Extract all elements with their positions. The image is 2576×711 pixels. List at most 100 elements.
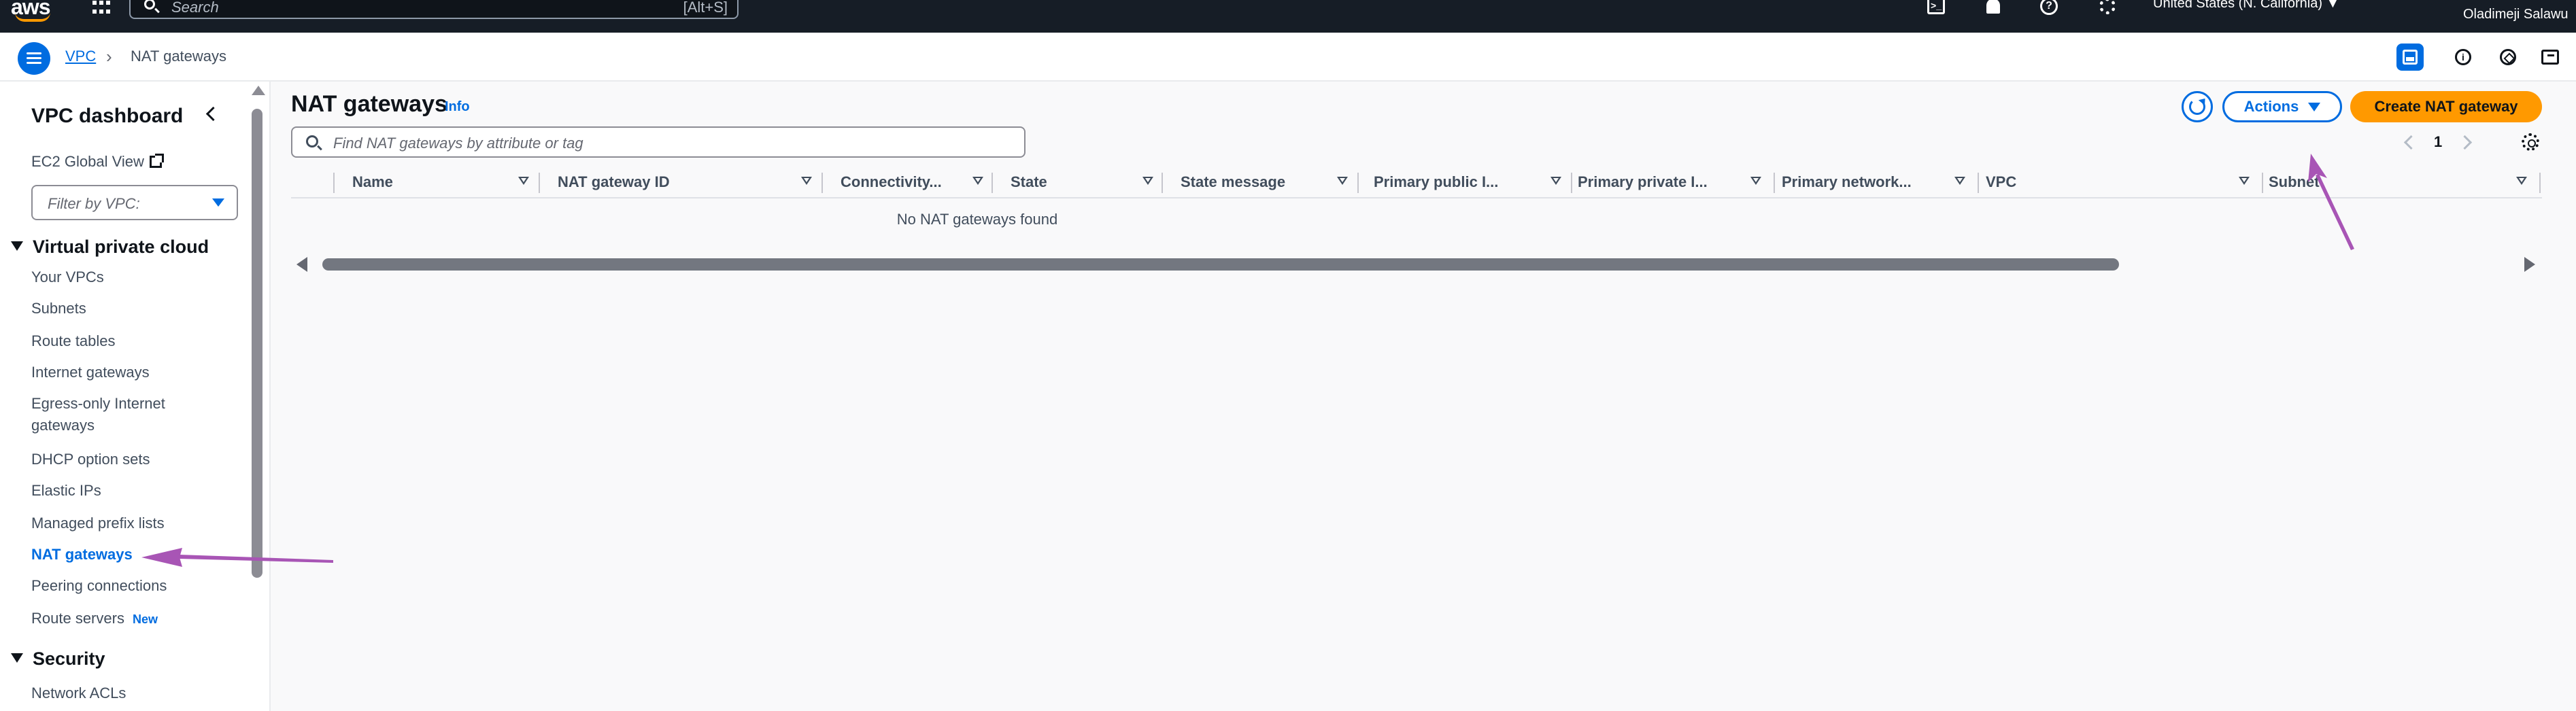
column-label: Subnet xyxy=(2269,173,2320,190)
sidebar-item-network-acls[interactable]: Network ACLs xyxy=(31,682,126,704)
section-title: Security xyxy=(33,648,105,669)
bell-icon xyxy=(1986,0,2000,14)
info-panel-button[interactable]: i xyxy=(2450,44,2477,71)
search-icon xyxy=(144,0,155,10)
feedback-button[interactable] xyxy=(2537,44,2564,71)
table-preferences-gear-icon[interactable] xyxy=(2522,133,2539,151)
column-header-primary-network-interface[interactable]: Primary network... xyxy=(1782,166,1972,198)
account-menu[interactable]: Oladimeji Salawu xyxy=(2463,7,2569,22)
sort-icon xyxy=(2239,177,2250,185)
current-page-number[interactable]: 1 xyxy=(2434,133,2442,151)
column-header-state-message[interactable]: State message xyxy=(1181,166,1355,198)
sidebar-item-internet-gateways[interactable]: Internet gateways xyxy=(31,362,150,383)
search-shortcut-hint: [Alt+S] xyxy=(683,0,728,16)
tools-panel-button[interactable] xyxy=(2396,44,2424,71)
sidebar-item-egress-only-internet-gateways[interactable]: Egress-only Internet gateways xyxy=(31,393,215,436)
column-header-state[interactable]: State xyxy=(1011,166,1160,198)
column-header-vpc[interactable]: VPC xyxy=(1986,166,2256,198)
info-link[interactable]: Info xyxy=(445,99,470,115)
security-panel-button[interactable] xyxy=(2494,44,2522,71)
table-filter-input[interactable] xyxy=(332,134,947,153)
section-virtual-private-cloud[interactable]: Virtual private cloud xyxy=(11,237,209,258)
sidebar-item-route-tables[interactable]: Route tables xyxy=(31,330,116,352)
column-label: Primary public I... xyxy=(1374,173,1499,190)
scroll-left-arrow-icon[interactable] xyxy=(296,257,307,272)
actions-dropdown-button[interactable]: Actions xyxy=(2222,91,2342,122)
column-label: Primary network... xyxy=(1782,173,1912,190)
vpc-filter-select[interactable] xyxy=(31,185,238,220)
column-divider[interactable] xyxy=(2262,173,2263,193)
search-icon xyxy=(306,135,318,148)
column-divider[interactable] xyxy=(992,173,993,193)
cloudshell-button[interactable]: >_ xyxy=(1926,0,1946,16)
caret-down-icon xyxy=(2308,102,2321,111)
sidebar-scrollbar[interactable] xyxy=(248,84,265,711)
column-divider[interactable] xyxy=(1774,173,1775,193)
notifications-button[interactable] xyxy=(1983,0,2003,16)
horizontal-scroll-thumb[interactable] xyxy=(322,258,2119,271)
side-navigation-toggle[interactable] xyxy=(18,42,50,75)
scroll-up-arrow-icon[interactable] xyxy=(252,86,265,95)
sidebar-item-route-servers[interactable]: Route servers New xyxy=(31,608,158,630)
sort-icon xyxy=(972,177,983,185)
sidebar-item-subnets[interactable]: Subnets xyxy=(31,298,86,319)
breadcrumb-current: NAT gateways xyxy=(131,48,227,65)
breadcrumb-vpc-link[interactable]: VPC xyxy=(65,48,96,65)
column-label: Name xyxy=(352,173,393,190)
main-content: NAT gateways Info Actions Create NAT gat… xyxy=(271,82,2576,711)
column-divider xyxy=(333,173,335,193)
table-header: Name NAT gateway ID Connectivity... Stat… xyxy=(291,166,2542,198)
sidebar-item-ec2-global-view[interactable]: EC2 Global View xyxy=(31,151,164,173)
global-search-input[interactable] xyxy=(170,0,649,16)
scroll-right-arrow-icon[interactable] xyxy=(2524,257,2535,272)
column-header-subnet[interactable]: Subnet xyxy=(2269,166,2534,198)
column-header-primary-private-ip[interactable]: Primary private I... xyxy=(1578,166,1768,198)
info-icon: i xyxy=(2455,49,2471,65)
column-label: State xyxy=(1011,173,1047,190)
refresh-button[interactable] xyxy=(2182,91,2213,122)
region-selector[interactable]: United States (N. California) ▼ xyxy=(2153,0,2339,12)
expand-caret-icon xyxy=(11,653,23,663)
sort-icon xyxy=(1337,177,1348,185)
sidebar-item-managed-prefix-lists[interactable]: Managed prefix lists xyxy=(31,513,165,534)
refresh-icon xyxy=(2189,99,2205,115)
table-filter[interactable] xyxy=(291,126,1026,158)
sort-icon xyxy=(1142,177,1153,185)
shield-icon xyxy=(2500,49,2516,65)
expand-caret-icon xyxy=(11,241,23,251)
settings-button[interactable] xyxy=(2097,0,2118,16)
column-header-primary-public-ip[interactable]: Primary public I... xyxy=(1374,166,1568,198)
column-header-name[interactable]: Name xyxy=(352,166,536,198)
cloudshell-icon: >_ xyxy=(1927,0,1945,14)
sidebar-item-elastic-ips[interactable]: Elastic IPs xyxy=(31,480,101,502)
sidebar-title[interactable]: VPC dashboard xyxy=(31,105,183,128)
vpc-filter-input[interactable] xyxy=(46,194,199,213)
gear-icon xyxy=(2099,0,2116,14)
collapse-sidebar-icon[interactable] xyxy=(203,106,219,122)
sidebar-scroll-thumb[interactable] xyxy=(252,109,262,578)
aws-logo[interactable]: aws xyxy=(11,0,58,22)
column-divider[interactable] xyxy=(1357,173,1359,193)
column-header-nat-gateway-id[interactable]: NAT gateway ID xyxy=(558,166,819,198)
column-divider[interactable] xyxy=(1571,173,1572,193)
column-divider[interactable] xyxy=(2539,173,2541,193)
create-nat-gateway-button[interactable]: Create NAT gateway xyxy=(2350,91,2542,122)
new-badge: New xyxy=(132,612,158,626)
column-divider[interactable] xyxy=(1978,173,1979,193)
column-divider[interactable] xyxy=(821,173,823,193)
global-search[interactable]: [Alt+S] xyxy=(129,0,739,19)
sidebar-item-dhcp-option-sets[interactable]: DHCP option sets xyxy=(31,449,150,470)
column-divider[interactable] xyxy=(539,173,540,193)
column-divider[interactable] xyxy=(1162,173,1163,193)
column-header-connectivity[interactable]: Connectivity... xyxy=(841,166,990,198)
pagination: 1 xyxy=(2403,132,2473,152)
next-page-icon[interactable] xyxy=(2458,135,2473,150)
sidebar-item-peering-connections[interactable]: Peering connections xyxy=(31,575,167,597)
sort-icon xyxy=(1750,177,1761,185)
previous-page-icon[interactable] xyxy=(2403,135,2419,150)
sidebar-item-nat-gateways[interactable]: NAT gateways xyxy=(31,544,133,566)
services-grid-icon[interactable] xyxy=(92,0,110,16)
section-security[interactable]: Security xyxy=(11,648,105,670)
help-button[interactable]: ? xyxy=(2039,0,2059,16)
sidebar-item-your-vpcs[interactable]: Your VPCs xyxy=(31,266,104,288)
